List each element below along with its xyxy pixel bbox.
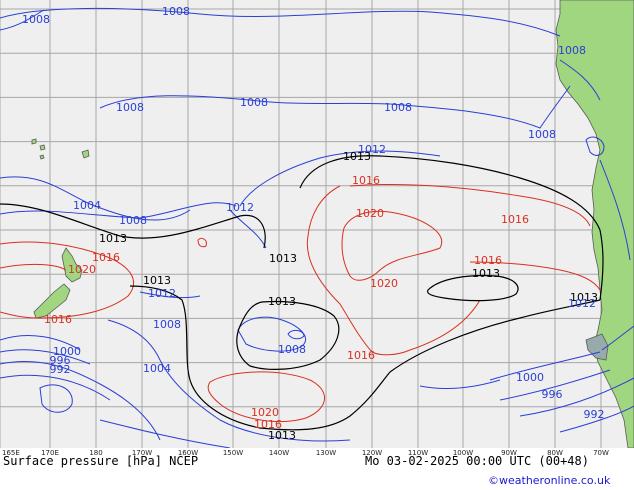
isobar-label-low: 1008 [22,13,50,26]
isobar-label-high: 1020 [370,277,398,290]
island-chain-1 [31,138,37,145]
isobar-label-low: 1008 [153,318,181,331]
isobar-label-high: 1020 [68,263,96,276]
isobar-label-low: 1008 [116,101,144,114]
longitude-label: 150W [223,449,243,457]
isobar-label-low: 1008 [384,101,412,114]
isobar-label-low: 992 [50,363,71,376]
isobar-label-low: 1000 [516,371,544,384]
isobar-label-high: 1016 [474,254,502,267]
isobar-label-high: 1016 [347,349,375,362]
isobar-label-ref: 1013 [268,429,296,442]
isobar-label-low: 1008 [528,128,556,141]
isobar-label-ref: 1013 [472,267,500,280]
isobar-label-low: 1008 [278,343,306,356]
isobar-label-low: 1004 [73,199,101,212]
product-title: Surface pressure [hPa] NCEP [3,454,198,468]
isobar-label-low: 992 [584,408,605,421]
island-chain-3 [39,154,45,160]
isobar-label-ref: 1013 [99,232,127,245]
isobar-label-low: 996 [542,388,563,401]
isobar-label-high: 1020 [356,207,384,220]
isobar-label-ref: 1013 [143,274,171,287]
isobar-label-low: 1008 [162,5,190,18]
isobar-label-low: 1008 [558,44,586,57]
isobar-label-low: 1012 [226,201,254,214]
isobar-label-high: 1016 [44,313,72,326]
isobar-label-high: 1020 [251,406,279,419]
isobar-label-high: 1016 [501,213,529,226]
longitude-label: 140W [269,449,289,457]
isobar-label-ref: 1013 [343,150,371,163]
isobar-label-low: 1012 [148,287,176,300]
valid-time: Mo 03-02-2025 00:00 UTC (00+48) [365,454,589,468]
isobar-label-low: 1004 [143,362,171,375]
isobar-label-high: 1016 [92,251,120,264]
credit-link[interactable]: ©weatheronline.co.uk [488,474,611,487]
longitude-label: 130W [316,449,336,457]
isobar-label-high: 1016 [352,174,380,187]
isobar-label-ref: 1013 [269,252,297,265]
isobar-label-low: 1008 [119,214,147,227]
isobar-label-low: 1008 [240,96,268,109]
isobar-label-ref: 1013 [268,295,296,308]
pressure-map: 1008 1008 1008 1008 1008 1008 1008 1004 1008 1012… [0,0,634,490]
island-chain-2 [39,144,46,151]
longitude-label: 70W [593,449,609,457]
isobar-label-low: 1012 [568,297,596,310]
